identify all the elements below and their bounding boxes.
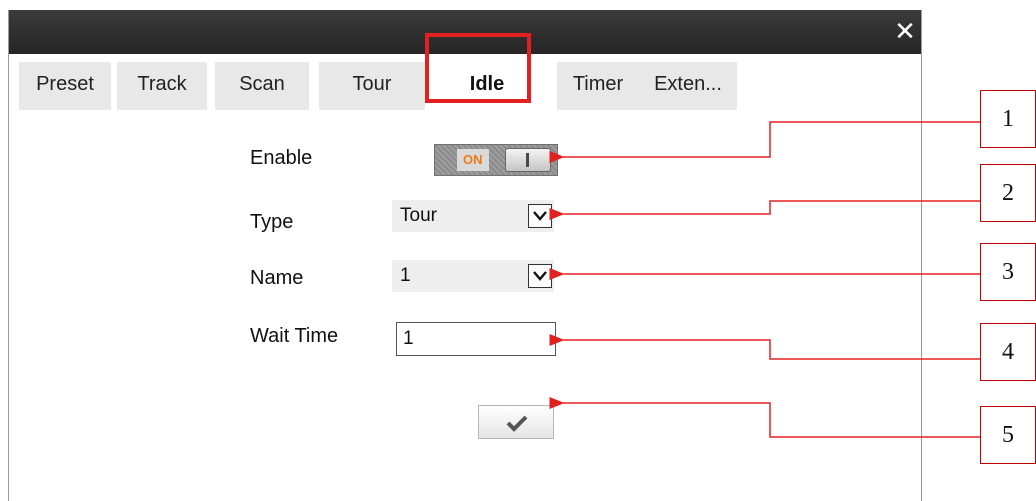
callout-5: 5 [980, 406, 1036, 464]
callout-4: 4 [980, 323, 1036, 381]
annotation-leader-lines [549, 121, 980, 438]
callout-1: 1 [980, 90, 1036, 148]
leader-line-4 [549, 334, 980, 360]
leader-line-5 [549, 397, 980, 438]
leader-line-1 [549, 121, 980, 163]
callout-3: 3 [980, 243, 1036, 301]
leader-line-2 [549, 200, 980, 220]
callout-2: 2 [980, 164, 1036, 222]
